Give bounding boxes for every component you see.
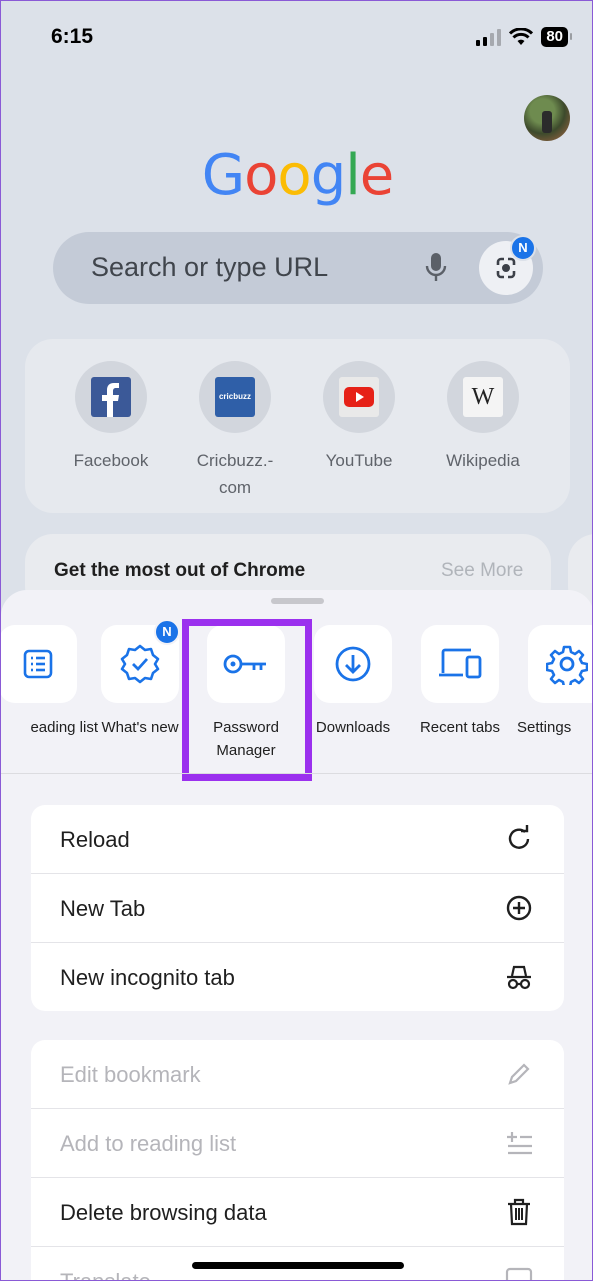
- sheet-grabber[interactable]: [271, 598, 324, 604]
- overflow-menu-sheet: eading list N What's new Password Manage…: [1, 590, 592, 1280]
- shortcut-wikipedia[interactable]: W Wikipedia: [428, 361, 538, 474]
- menu-item-label: Delete browsing data: [60, 1200, 267, 1225]
- phone-screen: 6:15 80 Google Search or type URL N Face…: [0, 0, 593, 1281]
- incognito-icon: [507, 965, 531, 990]
- translate-icon: [505, 1267, 533, 1280]
- add-reading-list-icon: [507, 1132, 532, 1155]
- download-icon: [335, 646, 371, 682]
- shortcut-facebook[interactable]: Facebook: [56, 361, 166, 474]
- reload-icon: [508, 825, 530, 849]
- shortcut-label-line-2: com: [218, 478, 252, 497]
- menu-item-label: New Tab: [60, 896, 146, 921]
- menu-item-label: Add to reading list: [60, 1131, 237, 1156]
- tile-label: Recent tabs: [419, 719, 501, 736]
- shortcut-label: Cricbuzz.- com: [180, 447, 290, 501]
- cellular-signal-icon: [476, 28, 502, 46]
- shortcut-cricbuzz[interactable]: cricbuzz Cricbuzz.- com: [180, 361, 290, 501]
- new-badge: N: [510, 235, 536, 261]
- shortcut-label: YouTube: [325, 451, 393, 470]
- menu-item-label: Reload: [60, 827, 130, 852]
- wikipedia-icon: W: [463, 377, 503, 417]
- profile-avatar[interactable]: [524, 95, 570, 141]
- status-icons: 80: [476, 27, 572, 47]
- shortcut-label: Wikipedia: [446, 451, 520, 470]
- menu-item-edit-bookmark[interactable]: Edit bookmark: [31, 1040, 564, 1109]
- shortcut-youtube[interactable]: YouTube: [304, 361, 414, 474]
- promo-title: Get the most out of Chrome: [54, 560, 306, 581]
- shortcut-label-line-1: Cricbuzz.-: [196, 451, 274, 470]
- microphone-icon[interactable]: [425, 252, 447, 284]
- omnibox[interactable]: Search or type URL N: [53, 232, 543, 304]
- battery-indicator: 80: [541, 27, 572, 47]
- menu-item-reload[interactable]: Reload: [31, 805, 564, 874]
- highlight-box: [182, 619, 312, 781]
- menu-item-add-to-reading-list[interactable]: Add to reading list: [31, 1109, 564, 1178]
- see-more-link[interactable]: See More: [441, 560, 523, 582]
- menu-item-label: Edit bookmark: [60, 1062, 201, 1087]
- divider: [1, 773, 592, 774]
- lens-button[interactable]: N: [479, 235, 536, 295]
- google-logo-letter: o: [277, 143, 311, 208]
- menu-item-new-incognito-tab[interactable]: New incognito tab: [31, 943, 564, 1011]
- trash-icon: [508, 1198, 530, 1226]
- menu-item-new-tab[interactable]: New Tab: [31, 874, 564, 943]
- cricbuzz-icon: cricbuzz: [215, 377, 255, 417]
- whats-new-icon: [120, 644, 160, 684]
- reading-list-icon: [23, 649, 53, 679]
- shortcut-label: Facebook: [73, 451, 149, 470]
- google-logo-letter: o: [244, 143, 278, 208]
- menu-item-label: Translate: [60, 1269, 151, 1280]
- facebook-icon: [91, 377, 131, 417]
- google-logo: Google: [1, 143, 592, 208]
- gear-icon: [546, 645, 588, 685]
- status-time: 6:15: [51, 25, 94, 48]
- google-logo-letter: e: [359, 143, 394, 208]
- home-indicator[interactable]: [192, 1262, 404, 1269]
- google-logo-letter: g: [310, 143, 347, 208]
- tile-settings[interactable]: Settings: [507, 625, 592, 739]
- menu-item-label: New incognito tab: [60, 965, 235, 990]
- wifi-icon: [509, 28, 534, 45]
- tile-label: Settings: [517, 719, 572, 736]
- menu-item-delete-browsing-data[interactable]: Delete browsing data: [31, 1178, 564, 1247]
- menu-group-primary: Reload New Tab New incognito tab: [31, 805, 564, 1011]
- new-badge: N: [154, 619, 180, 645]
- pencil-icon: [508, 1063, 530, 1085]
- youtube-icon: [339, 377, 379, 417]
- devices-icon: [439, 648, 482, 679]
- plus-circle-icon: [506, 895, 532, 921]
- google-logo-letter: G: [201, 143, 245, 208]
- google-logo-letter: l: [345, 143, 361, 208]
- menu-group-secondary: Edit bookmark Add to reading list Delete…: [31, 1040, 564, 1280]
- shortcuts-panel: Facebook cricbuzz Cricbuzz.- com YouTube …: [25, 339, 570, 513]
- tile-recent-tabs[interactable]: Recent tabs: [400, 625, 520, 739]
- search-input[interactable]: Search or type URL: [91, 252, 328, 283]
